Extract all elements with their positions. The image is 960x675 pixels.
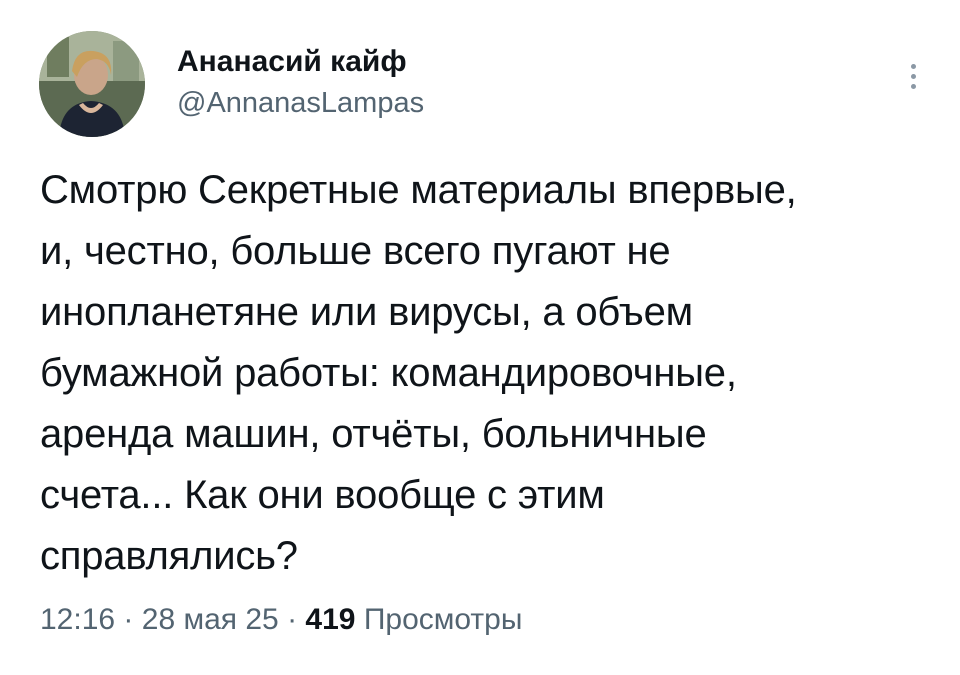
tweet-date[interactable]: 28 мая 25 [142, 603, 279, 636]
meta-separator: · [287, 603, 298, 636]
tweet-text-line: справлялись? [40, 534, 298, 578]
meta-separator: · [123, 603, 134, 636]
tweet-text-line: счета... Как они вообще с этим [40, 473, 605, 517]
tweet-text-line: и, честно, больше всего пугают не [40, 229, 671, 273]
tweet-text: Смотрю Секретные материалы впервые, и, ч… [40, 160, 940, 587]
ellipsis-vertical-icon [911, 64, 916, 69]
more-options-button[interactable] [902, 58, 926, 94]
profile-photo-icon [39, 31, 145, 137]
tweet-card: Ананасий кайф @AnnanasLampas Смотрю Секр… [0, 0, 960, 675]
ellipsis-dot [911, 74, 916, 79]
views-count: 419 [305, 603, 356, 636]
author-display-name[interactable]: Ананасий кайф [177, 44, 407, 80]
views-label: Просмотры [363, 603, 523, 636]
tweet-meta: 12:16 · 28 мая 25 · 419 Просмотры [40, 600, 522, 640]
author-handle[interactable]: @AnnanasLampas [177, 86, 424, 120]
avatar[interactable] [39, 31, 145, 137]
tweet-text-line: аренда машин, отчёты, больничные [40, 412, 707, 456]
tweet-text-line: Смотрю Секретные материалы впервые, [40, 168, 797, 212]
tweet-time[interactable]: 12:16 [40, 603, 115, 636]
ellipsis-dot [911, 84, 916, 89]
tweet-text-line: инопланетяне или вирусы, а объем [40, 290, 693, 334]
tweet-text-line: бумажной работы: командировочные, [40, 351, 737, 395]
